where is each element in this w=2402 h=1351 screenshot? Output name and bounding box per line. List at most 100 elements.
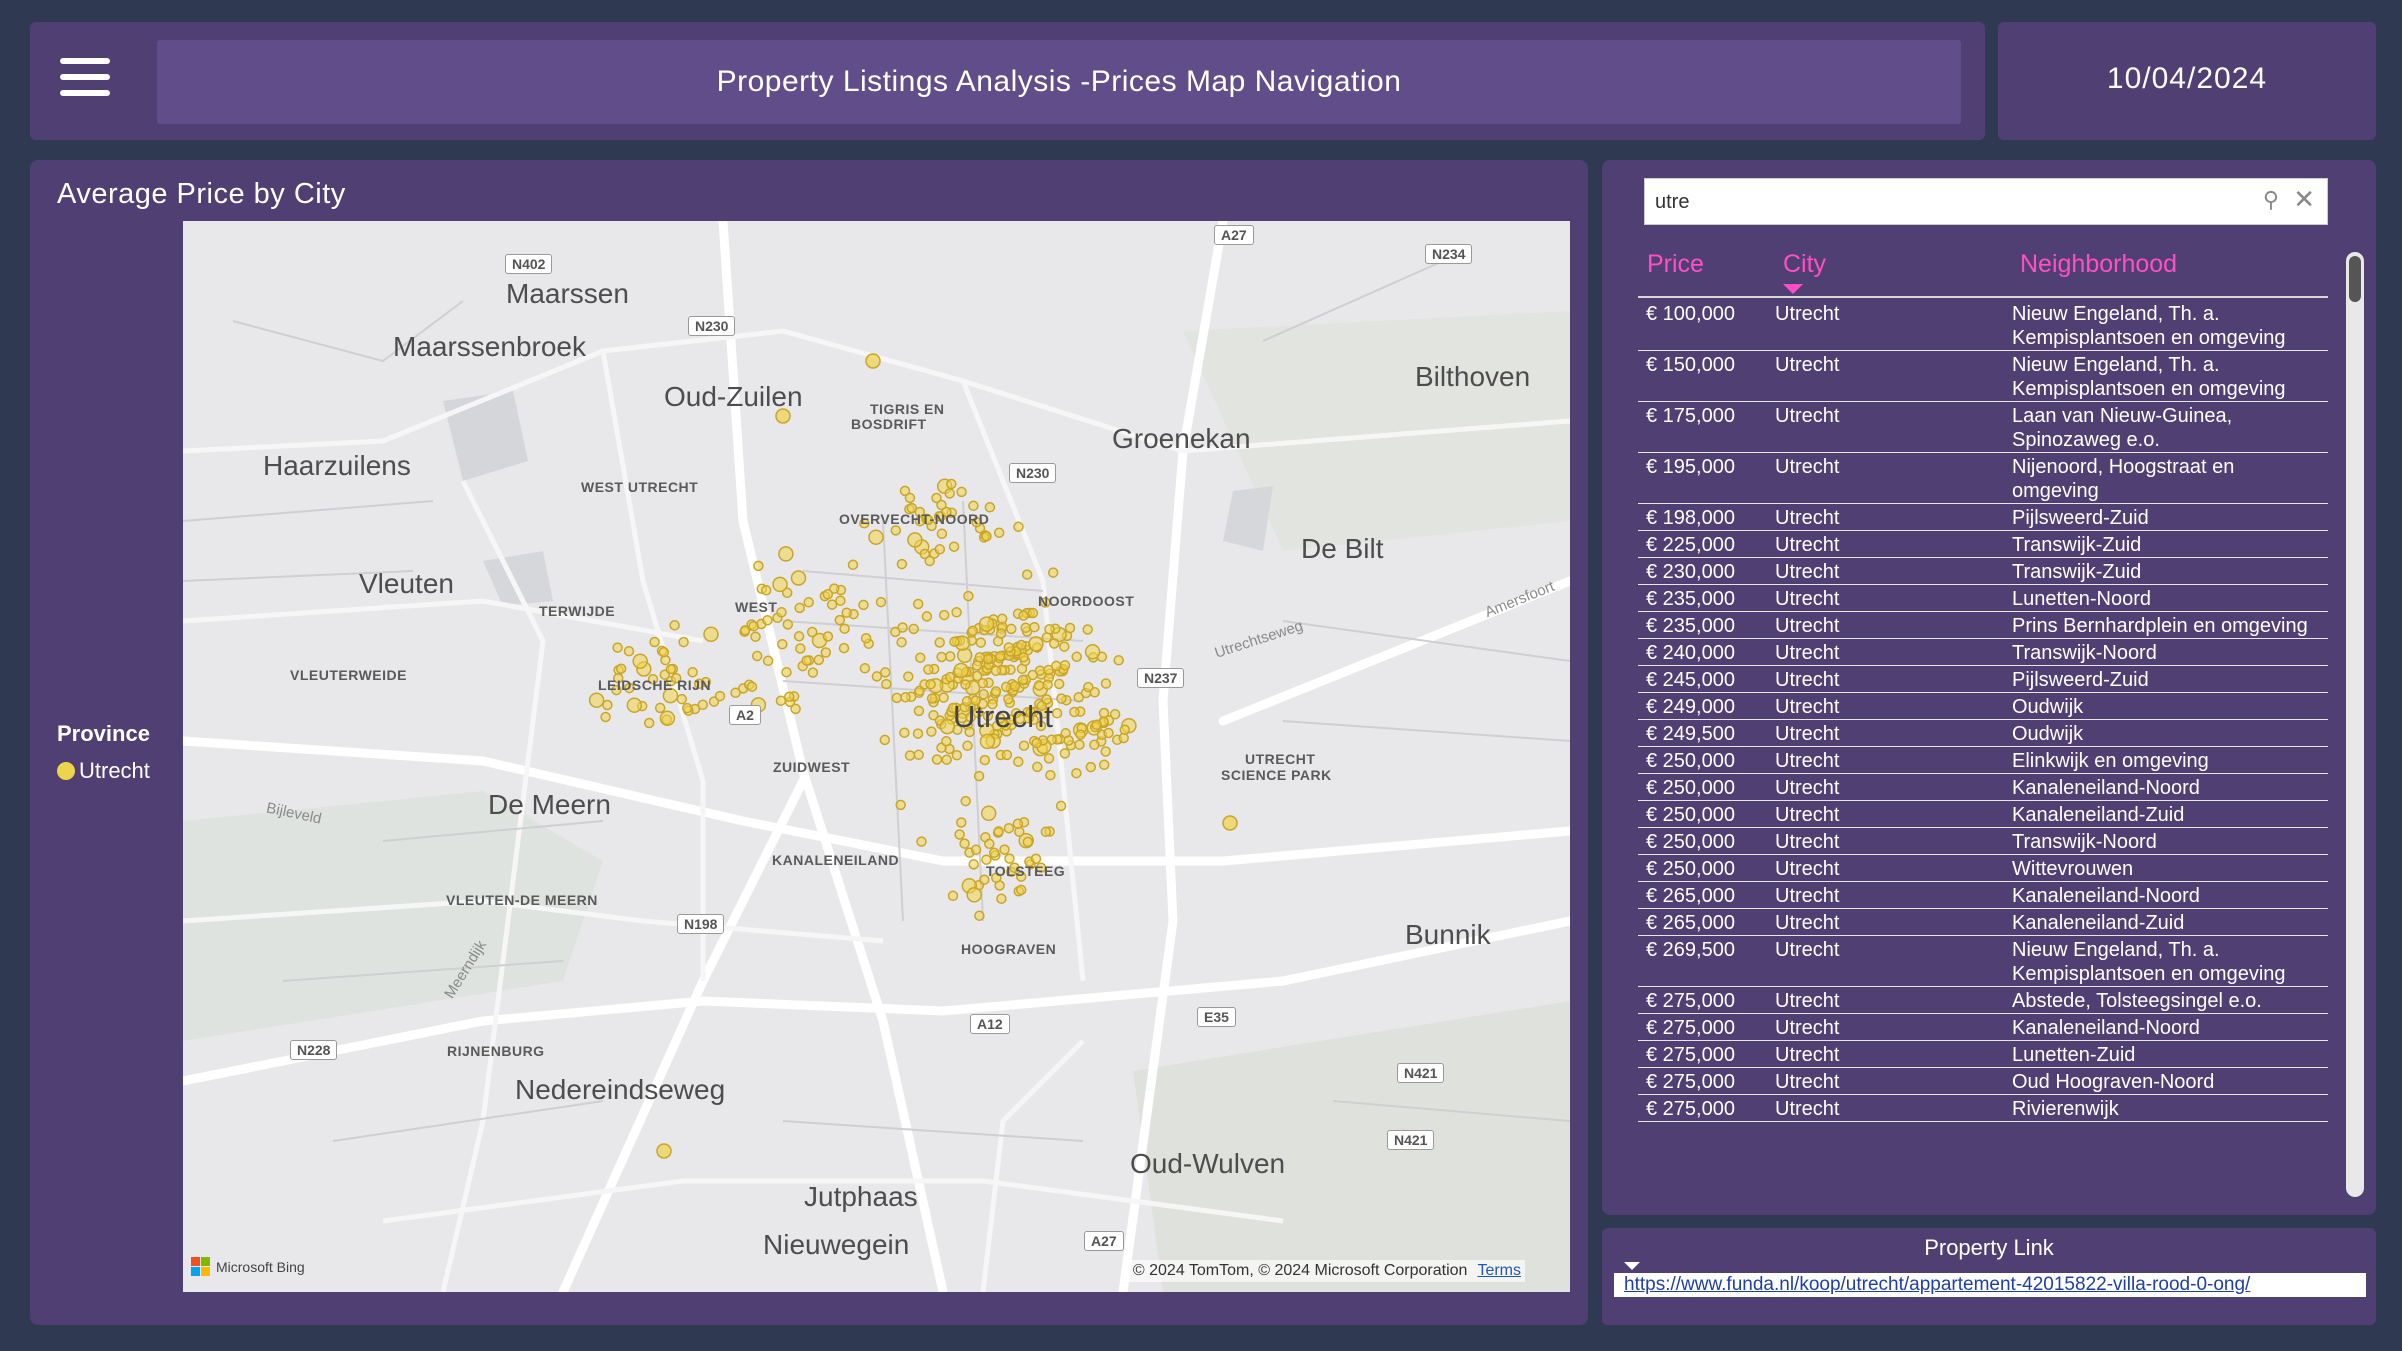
property-point[interactable] (990, 686, 1002, 697)
property-point[interactable] (1089, 739, 1100, 751)
table-scrollbar-thumb[interactable] (2349, 256, 2361, 302)
property-point[interactable] (1222, 815, 1238, 831)
search-icon[interactable]: ⚲ (2263, 187, 2279, 213)
table-row[interactable]: € 249,000 Utrecht Oudwijk (1638, 693, 2328, 720)
property-point[interactable] (841, 607, 852, 618)
property-point[interactable] (1118, 732, 1129, 744)
property-point[interactable] (995, 628, 1007, 639)
table-row[interactable]: € 240,000 Utrecht Transwijk-Noord (1638, 639, 2328, 666)
property-point[interactable] (881, 678, 892, 690)
property-point[interactable] (995, 650, 1006, 662)
property-point[interactable] (963, 590, 974, 602)
property-point[interactable] (996, 613, 1008, 625)
property-point[interactable] (865, 353, 881, 369)
property-point[interactable] (1059, 748, 1071, 759)
property-point[interactable] (974, 652, 986, 663)
table-body[interactable]: € 100,000 Utrecht Nieuw Engeland, Th. a. K… (1638, 300, 2328, 1200)
property-point[interactable] (649, 636, 660, 648)
property-point[interactable] (926, 693, 938, 704)
property-point[interactable] (951, 749, 963, 761)
property-point[interactable] (1018, 740, 1030, 751)
property-point[interactable] (941, 754, 952, 765)
property-point[interactable] (1022, 836, 1034, 848)
column-header-city[interactable]: City (1783, 250, 1826, 279)
property-point[interactable] (1001, 749, 1013, 761)
property-point[interactable] (602, 699, 613, 711)
property-point[interactable] (1071, 651, 1082, 663)
table-row[interactable]: € 249,500 Utrecht Oudwijk (1638, 720, 2328, 747)
property-point[interactable] (908, 623, 919, 635)
property-point[interactable] (982, 653, 994, 665)
property-point[interactable] (896, 558, 908, 570)
property-point[interactable] (1034, 665, 1046, 676)
property-point[interactable] (665, 663, 677, 675)
property-point[interactable] (966, 887, 982, 903)
property-point[interactable] (676, 693, 688, 705)
property-point[interactable] (1028, 636, 1044, 652)
property-point[interactable] (978, 616, 995, 632)
property-point[interactable] (1048, 638, 1060, 649)
property-point[interactable] (1042, 679, 1053, 690)
property-point[interactable] (678, 636, 689, 648)
table-row[interactable]: € 175,000 Utrecht Laan van Nieuw-Guinea, S… (1638, 402, 2328, 453)
property-point[interactable] (921, 611, 933, 622)
property-point[interactable] (912, 728, 924, 739)
property-point[interactable] (934, 637, 945, 648)
table-row[interactable]: € 275,000 Utrecht Kanaleneiland-Noord (1638, 1014, 2328, 1041)
property-point[interactable] (751, 650, 763, 662)
property-point[interactable] (928, 709, 939, 721)
property-point[interactable] (967, 625, 978, 637)
property-point[interactable] (750, 631, 761, 642)
property-point[interactable] (931, 754, 943, 765)
property-point[interactable] (615, 663, 627, 674)
property-point[interactable] (984, 838, 995, 850)
property-point[interactable] (941, 736, 952, 747)
property-point[interactable] (1069, 706, 1080, 718)
property-point[interactable] (1084, 644, 1101, 660)
property-point[interactable] (739, 624, 751, 636)
property-point[interactable] (956, 486, 967, 498)
property-point[interactable] (847, 559, 859, 571)
property-point[interactable] (714, 690, 726, 702)
property-point[interactable] (803, 597, 814, 608)
property-point[interactable] (907, 532, 923, 548)
property-point[interactable] (944, 488, 955, 499)
property-point[interactable] (904, 492, 916, 504)
property-point[interactable] (880, 667, 891, 678)
property-point[interactable] (1059, 660, 1071, 671)
property-point[interactable] (947, 890, 959, 902)
property-point[interactable] (1100, 746, 1111, 757)
column-header-price[interactable]: Price (1647, 250, 1704, 279)
property-point[interactable] (968, 859, 979, 870)
property-point[interactable] (960, 679, 971, 690)
property-point[interactable] (838, 642, 850, 654)
property-point[interactable] (1082, 624, 1093, 635)
property-point[interactable] (1113, 655, 1124, 666)
table-row[interactable]: € 245,000 Utrecht Pijlsweerd-Zuid (1638, 666, 2328, 693)
property-point[interactable] (960, 795, 971, 807)
property-point[interactable] (1098, 759, 1110, 771)
property-point[interactable] (600, 711, 611, 723)
property-point[interactable] (912, 598, 924, 610)
property-point[interactable] (859, 663, 871, 674)
property-point[interactable] (762, 615, 773, 626)
property-point[interactable] (784, 691, 795, 703)
property-point[interactable] (858, 599, 869, 611)
property-point[interactable] (632, 653, 648, 669)
hamburger-menu-icon[interactable] (60, 58, 110, 96)
property-point[interactable] (822, 589, 834, 600)
property-point[interactable] (1032, 761, 1043, 773)
property-point[interactable] (1053, 678, 1065, 690)
property-point[interactable] (875, 596, 887, 608)
property-point[interactable] (1017, 674, 1029, 686)
property-point[interactable] (777, 638, 788, 650)
property-point[interactable] (1051, 708, 1063, 719)
property-point[interactable] (835, 595, 846, 606)
property-point[interactable] (946, 478, 957, 490)
property-point[interactable] (925, 679, 936, 690)
property-point[interactable] (993, 527, 1005, 538)
property-point[interactable] (1015, 884, 1027, 896)
property-point[interactable] (974, 910, 985, 921)
property-point[interactable] (681, 702, 693, 714)
table-row[interactable]: € 275,000 Utrecht Rivierenwijk (1638, 1095, 2328, 1122)
